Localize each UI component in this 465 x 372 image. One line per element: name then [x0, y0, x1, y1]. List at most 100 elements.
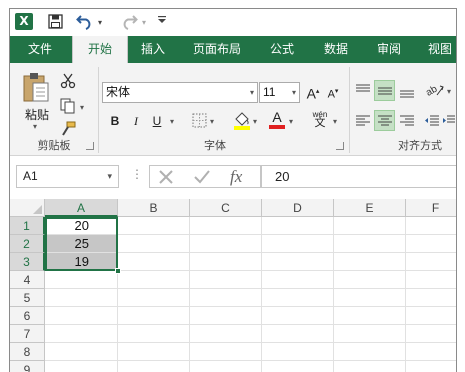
cell-d1[interactable]	[262, 217, 334, 235]
redo-icon[interactable]	[120, 12, 138, 33]
cell-a9[interactable]	[45, 361, 118, 372]
cell-e8[interactable]	[334, 343, 406, 361]
cell-a2[interactable]: 25	[45, 235, 118, 253]
tab-insert[interactable]: 插入	[130, 36, 176, 63]
row-header-4[interactable]: 4	[10, 271, 45, 289]
column-header-f[interactable]: F	[406, 199, 456, 217]
cell-b6[interactable]	[118, 307, 190, 325]
orientation-dropdown-icon[interactable]: ▾	[447, 87, 451, 96]
phonetic-dropdown-icon[interactable]: ▾	[333, 117, 337, 126]
fill-color-dropdown-icon[interactable]: ▾	[253, 117, 257, 126]
insert-function-button[interactable]: fx	[230, 167, 242, 187]
cell-a6[interactable]	[45, 307, 118, 325]
cell-a3[interactable]: 19	[45, 253, 118, 271]
select-all-button[interactable]	[10, 199, 45, 217]
cell-c8[interactable]	[190, 343, 262, 361]
column-header-d[interactable]: D	[262, 199, 334, 217]
cell-e5[interactable]	[334, 289, 406, 307]
cell-b2[interactable]	[118, 235, 190, 253]
paste-label[interactable]: 粘贴	[21, 106, 53, 123]
cell-b3[interactable]	[118, 253, 190, 271]
tab-view[interactable]: 视图	[420, 36, 456, 63]
cell-f1[interactable]	[406, 217, 456, 235]
clipboard-launcher-icon[interactable]	[86, 142, 94, 150]
cell-d3[interactable]	[262, 253, 334, 271]
column-header-e[interactable]: E	[334, 199, 406, 217]
underline-dropdown-icon[interactable]: ▾	[170, 117, 174, 126]
align-right-icon[interactable]	[399, 114, 415, 131]
cell-e9[interactable]	[334, 361, 406, 372]
copy-dropdown-icon[interactable]: ▾	[80, 103, 84, 112]
cell-c7[interactable]	[190, 325, 262, 343]
name-box[interactable]: A1 ▾	[16, 165, 119, 188]
tab-file[interactable]: 文件	[10, 36, 70, 63]
redo-dropdown-icon[interactable]: ▾	[142, 18, 146, 27]
cell-b4[interactable]	[118, 271, 190, 289]
fill-handle[interactable]	[115, 268, 121, 274]
cell-f6[interactable]	[406, 307, 456, 325]
cell-d5[interactable]	[262, 289, 334, 307]
row-header-6[interactable]: 6	[10, 307, 45, 325]
underline-button[interactable]: U	[148, 111, 166, 131]
cell-f5[interactable]	[406, 289, 456, 307]
cell-c6[interactable]	[190, 307, 262, 325]
paste-dropdown-icon[interactable]: ▾	[33, 122, 37, 131]
cell-e1[interactable]	[334, 217, 406, 235]
cell-e7[interactable]	[334, 325, 406, 343]
column-header-b[interactable]: B	[118, 199, 190, 217]
row-header-3[interactable]: 3	[10, 253, 45, 271]
cell-d9[interactable]	[262, 361, 334, 372]
row-header-9[interactable]: 9	[10, 361, 45, 372]
tab-page-layout[interactable]: 页面布局	[180, 36, 254, 63]
cell-f4[interactable]	[406, 271, 456, 289]
cell-f9[interactable]	[406, 361, 456, 372]
cell-f8[interactable]	[406, 343, 456, 361]
cell-a1[interactable]: 20	[45, 217, 118, 235]
cell-c2[interactable]	[190, 235, 262, 253]
cell-b5[interactable]	[118, 289, 190, 307]
cell-b8[interactable]	[118, 343, 190, 361]
undo-icon[interactable]	[76, 12, 94, 33]
row-header-2[interactable]: 2	[10, 235, 45, 253]
paste-icon[interactable]	[22, 71, 50, 106]
column-header-a[interactable]: A	[45, 199, 118, 217]
cell-e3[interactable]	[334, 253, 406, 271]
cell-c9[interactable]	[190, 361, 262, 372]
cell-f2[interactable]	[406, 235, 456, 253]
cell-e2[interactable]	[334, 235, 406, 253]
formula-input[interactable]: 20	[261, 165, 456, 188]
cell-a4[interactable]	[45, 271, 118, 289]
font-color-button[interactable]: A	[268, 109, 286, 129]
orientation-icon[interactable]: ab	[424, 81, 445, 102]
fill-color-icon[interactable]	[233, 111, 251, 133]
cell-b9[interactable]	[118, 361, 190, 372]
undo-dropdown-icon[interactable]: ▾	[98, 18, 102, 27]
increase-indent-icon[interactable]	[443, 114, 455, 131]
cell-a8[interactable]	[45, 343, 118, 361]
cell-d4[interactable]	[262, 271, 334, 289]
customize-toolbar-icon[interactable]	[158, 16, 166, 26]
borders-icon[interactable]	[192, 113, 207, 131]
cell-e6[interactable]	[334, 307, 406, 325]
row-header-8[interactable]: 8	[10, 343, 45, 361]
column-header-c[interactable]: C	[190, 199, 262, 217]
cell-c4[interactable]	[190, 271, 262, 289]
cell-d2[interactable]	[262, 235, 334, 253]
cell-a7[interactable]	[45, 325, 118, 343]
cell-b7[interactable]	[118, 325, 190, 343]
shrink-font-button[interactable]: A▾	[324, 82, 342, 102]
enter-icon[interactable]	[193, 169, 211, 188]
tab-data[interactable]: 数据	[312, 36, 360, 63]
align-top-icon[interactable]	[355, 83, 371, 102]
copy-icon[interactable]	[60, 98, 76, 117]
cell-b1[interactable]	[118, 217, 190, 235]
cancel-icon[interactable]	[158, 169, 174, 188]
tab-review[interactable]: 审阅	[366, 36, 412, 63]
cell-c3[interactable]	[190, 253, 262, 271]
grow-font-button[interactable]: A▴	[304, 82, 322, 102]
cell-a5[interactable]	[45, 289, 118, 307]
row-header-7[interactable]: 7	[10, 325, 45, 343]
row-header-5[interactable]: 5	[10, 289, 45, 307]
formula-bar-grip-icon[interactable]: ⋮	[131, 167, 143, 181]
bold-button[interactable]: B	[106, 111, 124, 131]
